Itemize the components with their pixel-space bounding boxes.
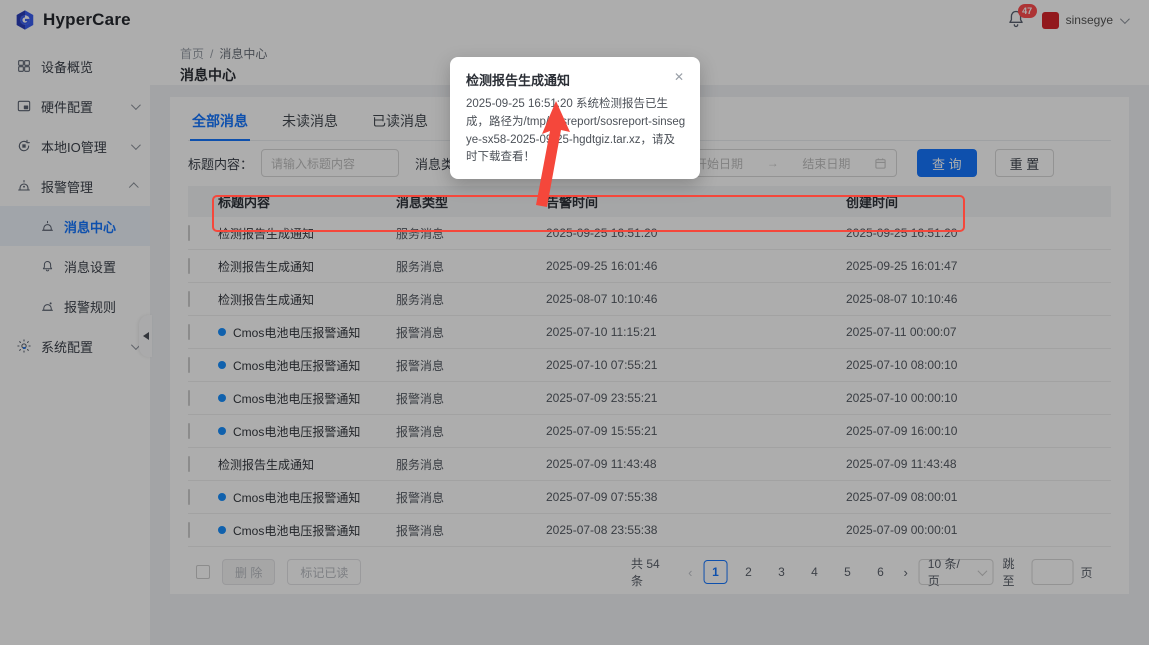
notification-popup: 检测报告生成通知 ✕ 2025-09-25 16:51:20 系统检测报告已生成… — [450, 57, 700, 179]
notification-title: 检测报告生成通知 — [466, 70, 570, 89]
notification-body: 2025-09-25 16:51:20 系统检测报告已生成，路径为/tmp/so… — [466, 96, 686, 167]
close-icon[interactable]: ✕ — [672, 70, 686, 84]
